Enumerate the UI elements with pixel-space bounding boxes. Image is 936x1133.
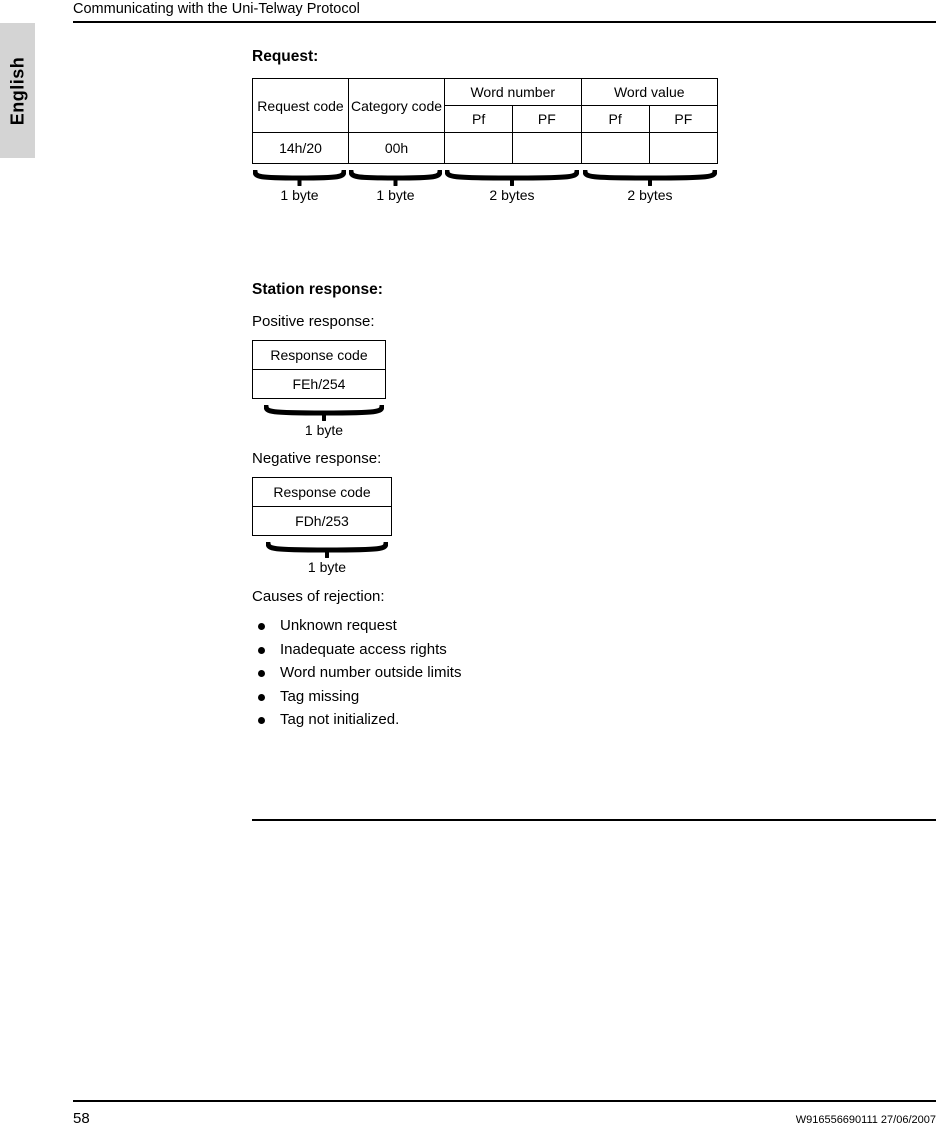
footer-page-number: 58 — [73, 1110, 90, 1127]
negative-response-table: Response code FDh/253 — [252, 477, 392, 536]
table-row: Response code — [252, 477, 392, 507]
section-divider — [252, 819, 936, 821]
brace-icon-negative-response — [266, 542, 388, 558]
brace-icon-word-number — [445, 170, 579, 186]
table-row-values: 14h/20 00h — [252, 132, 719, 164]
cell-positive-response-value: FEh/254 — [252, 369, 386, 399]
byte-label-category-code: 1 byte — [376, 187, 415, 203]
request-frame-table: Request code Category code Word number W… — [252, 78, 719, 164]
cell-value-wordvalue-pf — [580, 132, 650, 164]
list-item-label: Word number outside limits — [280, 664, 462, 681]
bullet-icon — [258, 717, 265, 724]
cell-value-wordvalue-pf2 — [648, 132, 719, 164]
request-heading: Request: — [252, 48, 319, 65]
cell-value-wordnumber-pf2 — [512, 132, 582, 164]
list-item: Word number outside limits — [252, 661, 936, 685]
cell-negative-response-header: Response code — [252, 477, 392, 507]
bullet-icon — [258, 646, 265, 654]
station-response-section: Station response: Positive response: Res… — [252, 281, 936, 732]
list-item-label: Tag not initialized. — [280, 711, 400, 728]
table-row: Response code — [252, 340, 386, 370]
cell-request-code-header: Request code — [252, 78, 349, 133]
negative-response-brace-row: 1 byte — [252, 542, 936, 582]
language-tab: English — [0, 23, 35, 158]
negative-response-label: Negative response: — [252, 450, 382, 467]
positive-response-brace-row: 1 byte — [252, 405, 936, 445]
positive-response-table: Response code FEh/254 — [252, 340, 386, 399]
header-divider — [73, 21, 936, 23]
table-row-group-headers: Request code Category code Word number W… — [252, 78, 718, 133]
station-response-heading: Station response: — [252, 281, 383, 298]
bullet-icon — [258, 693, 265, 701]
cell-category-code-header: Category code — [348, 78, 445, 133]
bullet-icon — [258, 670, 265, 677]
page-title: Communicating with the Uni-Telway Protoc… — [73, 1, 360, 17]
footer-document-reference: W916556690111 27/06/2007 — [795, 1114, 936, 1126]
brace-icon-category-code — [349, 170, 442, 186]
cell-subheader-wordvalue-pf: Pf — [580, 105, 650, 133]
rejection-causes-list: Unknown request Inadequate access rights… — [252, 614, 936, 732]
cell-value-category-code: 00h — [348, 132, 445, 164]
cell-value-request-code: 14h/20 — [252, 132, 349, 164]
cell-subheader-wordvalue-pf2: PF — [648, 105, 719, 133]
positive-response-label: Positive response: — [252, 313, 375, 330]
cell-subheader-wordnumber-pf: Pf — [443, 105, 514, 133]
list-item: Tag missing — [252, 685, 936, 709]
footer-divider — [73, 1100, 936, 1102]
table-row: FDh/253 — [252, 506, 392, 536]
cell-subheader-wordnumber-pf2: PF — [512, 105, 582, 133]
language-tab-label: English — [7, 56, 27, 125]
brace-icon-positive-response — [264, 405, 384, 421]
request-section: Request: Request code Category code Word… — [252, 48, 936, 210]
list-item-label: Inadequate access rights — [280, 640, 447, 658]
brace-icon-request-code — [253, 170, 346, 186]
page-header: Communicating with the Uni-Telway Protoc… — [73, 0, 936, 24]
byte-label-positive-response: 1 byte — [304, 422, 344, 438]
list-item: Unknown request — [252, 614, 936, 638]
rejection-causes-label: Causes of rejection: — [252, 588, 385, 605]
cell-value-wordnumber-pf — [443, 132, 514, 164]
cell-positive-response-header: Response code — [252, 340, 386, 370]
list-item-label: Unknown request — [280, 617, 397, 634]
bullet-icon — [258, 623, 265, 630]
list-item: Inadequate access rights — [252, 638, 936, 662]
cell-word-number-header: Word number — [444, 78, 582, 106]
list-item: Tag not initialized. — [252, 708, 936, 732]
table-row: FEh/254 — [252, 369, 386, 399]
byte-label-word-value: 2 bytes — [627, 187, 673, 203]
cell-negative-response-value: FDh/253 — [252, 506, 392, 536]
request-byte-brace-row: 1 byte 1 byte 2 bytes 2 bytes — [252, 170, 936, 210]
byte-label-word-number: 2 bytes — [489, 187, 535, 203]
brace-icon-word-value — [583, 170, 717, 186]
byte-label-request-code: 1 byte — [280, 187, 319, 203]
list-item-label: Tag missing — [280, 687, 360, 705]
cell-word-value-header: Word value — [580, 78, 718, 106]
byte-label-negative-response: 1 byte — [307, 559, 347, 575]
